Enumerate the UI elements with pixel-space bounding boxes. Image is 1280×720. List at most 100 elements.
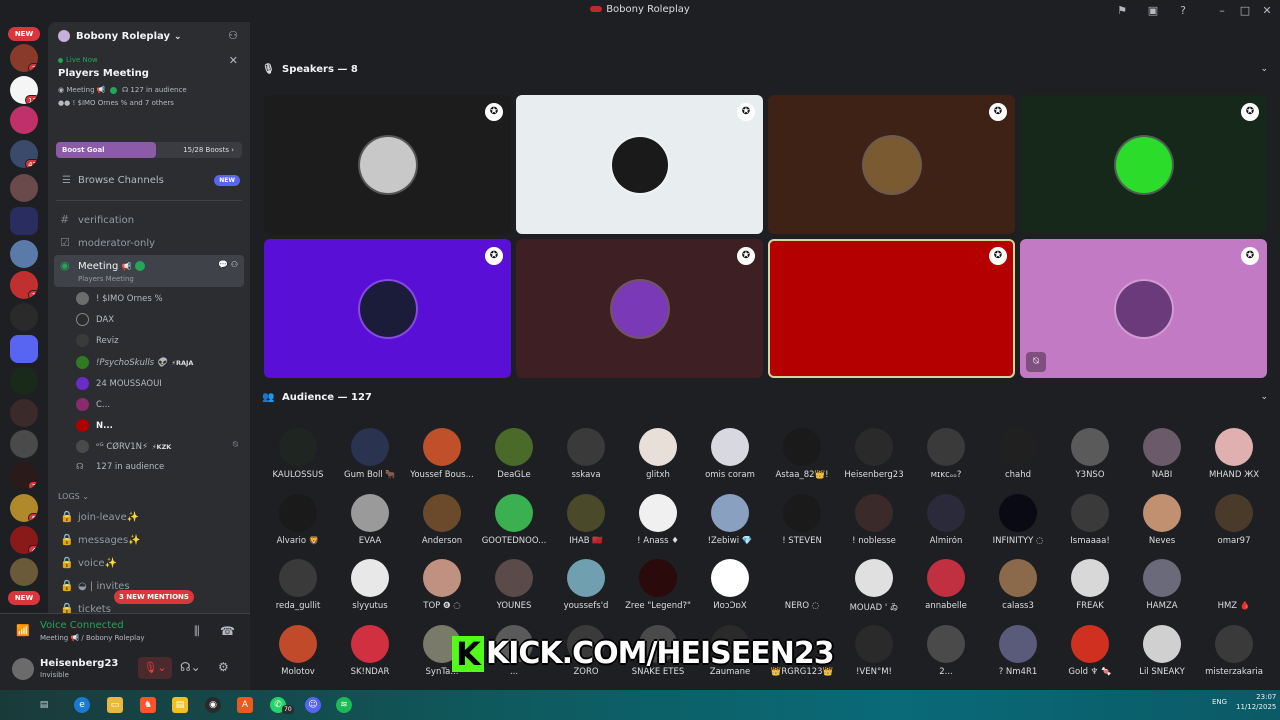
inbox-icon[interactable]: ▣ (1146, 4, 1160, 18)
list-item[interactable]: C... (48, 395, 250, 416)
audience-member[interactable]: Molotov (262, 624, 334, 687)
audience-member[interactable]: ИoɔƆɒX (694, 559, 766, 621)
invite-people-icon[interactable]: ⚇ (228, 29, 238, 42)
language-indicator[interactable]: ENG (1212, 698, 1227, 706)
minimize-button[interactable]: – (1215, 4, 1229, 18)
new-unreads-pill[interactable]: NEW (8, 27, 40, 41)
list-item[interactable]: DAX (48, 310, 250, 331)
audience-member[interactable]: 2... (910, 624, 982, 687)
inbox-flag-icon[interactable]: ⚑ (1115, 4, 1129, 18)
audience-member[interactable]: slyyutus (334, 559, 406, 621)
audience-count[interactable]: ☊ 127 in audience (48, 459, 250, 480)
audience-member[interactable]: FREAK (1054, 559, 1126, 621)
list-item[interactable]: Reviz (48, 331, 250, 352)
discord-icon[interactable]: ☺ (305, 697, 321, 713)
list-item[interactable]: 24 MOUSSAOUI (48, 374, 250, 395)
browse-channels[interactable]: ☰ Browse Channels NEW (56, 170, 242, 192)
close-window-button[interactable]: ✕ (1260, 4, 1274, 18)
help-icon[interactable]: ? (1176, 4, 1190, 18)
chevron-down-icon[interactable]: ⌄ (1260, 392, 1268, 402)
server-icon[interactable] (10, 106, 38, 134)
list-item[interactable]: !PsychoSkulls 👽 ⚡RAJA (48, 353, 250, 374)
speaker-tile[interactable]: ✪ (1020, 95, 1267, 234)
close-icon[interactable]: ✕ (229, 54, 238, 67)
audience-member[interactable]: NERO ◌ (766, 559, 838, 621)
sticky-notes-icon[interactable]: ▤ (172, 697, 188, 713)
audience-member[interactable]: GOOTEDNOO... (478, 493, 550, 556)
list-item[interactable]: ! $IMO Ornes % (48, 289, 250, 310)
server-icon[interactable] (10, 367, 38, 395)
audience-member[interactable]: MHAND ЖX (1198, 428, 1270, 490)
channel-moderator-only[interactable]: ☑ moderator-only (54, 232, 244, 254)
brave-icon[interactable]: ♞ (140, 697, 156, 713)
audience-member[interactable]: reda_gullit (262, 559, 334, 621)
edge-icon[interactable]: e (74, 697, 90, 713)
audience-member[interactable]: ! Anass ♦ (622, 493, 694, 556)
audience-member[interactable]: Lil SNEAKY (1126, 624, 1198, 687)
username[interactable]: Heisenberg23 (40, 658, 118, 669)
speaker-tile[interactable]: ✪ (264, 239, 511, 378)
audience-member[interactable]: NABI (1126, 428, 1198, 490)
obs-icon[interactable]: ◉ (205, 697, 221, 713)
server-icon-stake[interactable]: 12 (10, 76, 38, 104)
gear-icon[interactable]: ⚙ (218, 660, 229, 674)
channel-verification[interactable]: # verification (54, 209, 244, 231)
audience-member[interactable]: !VEN°M! (838, 624, 910, 687)
audience-member[interactable]: sskava (550, 428, 622, 490)
speaker-tile[interactable]: ✪ (768, 239, 1015, 378)
audience-member[interactable]: YOUNES (478, 559, 550, 621)
clock[interactable]: 23:07 11/12/2025 (1236, 693, 1276, 711)
server-icon[interactable]: 3 (10, 462, 38, 490)
audience-member[interactable]: youssefs'd (550, 559, 622, 621)
audience-member[interactable]: ᴍɪᴋᴄₒₒ? (910, 428, 982, 490)
live-stage-card[interactable]: Live Now ✕ Players Meeting ◉ Meeting 📢 ☊… (48, 52, 250, 142)
channel-messages[interactable]: 🔒 messages✨ (54, 529, 244, 551)
add-member-icon[interactable]: ⚇ (231, 260, 238, 269)
speaker-tile[interactable]: ✪ (516, 95, 763, 234)
audience-member[interactable]: EVAA (334, 493, 406, 556)
audience-member[interactable]: IHAB 🇲🇦 (550, 493, 622, 556)
audience-member[interactable]: Y3NSO (1054, 428, 1126, 490)
audience-member[interactable]: Gold ♆ 🍬 (1054, 624, 1126, 687)
server-icon[interactable] (10, 174, 38, 202)
voice-channel[interactable]: Meeting 📢 / Bobony Roleplay (40, 634, 145, 642)
audience-member[interactable]: DeaGLe (478, 428, 550, 490)
server-icon[interactable] (10, 430, 38, 458)
channel-join-leave[interactable]: 🔒 join-leave✨ (54, 506, 244, 528)
spotify-icon[interactable]: ≋ (336, 697, 352, 713)
audience-member[interactable]: misterzakaria (1198, 624, 1270, 687)
chat-icon[interactable]: 💬 (218, 260, 228, 269)
audience-member[interactable]: Zree "Legend?" (622, 559, 694, 621)
server-folder-icon[interactable] (10, 207, 38, 235)
audience-member[interactable]: Youssef Bous... (406, 428, 478, 490)
maximize-button[interactable]: □ (1238, 4, 1252, 18)
audience-member[interactable]: omis coram (694, 428, 766, 490)
noise-suppression-icon[interactable]: ⫼ (194, 624, 200, 639)
speakers-header[interactable]: 🎙 Speakers — 8 (262, 64, 358, 75)
boost-goal-bar[interactable]: Boost Goal 15/28 Boosts › (56, 142, 242, 158)
audience-member[interactable]: HMZ 🩸 (1198, 559, 1270, 621)
app-icon[interactable]: A (237, 697, 253, 713)
channel-voice[interactable]: 🔒 voice✨ (54, 552, 244, 574)
audience-member[interactable]: TOP ❻ ◌ (406, 559, 478, 621)
audience-member[interactable]: ? Nm4R1 (982, 624, 1054, 687)
new-mentions-pill[interactable]: 3 NEW MENTIONS (114, 590, 194, 604)
voice-status[interactable]: Voice Connected (40, 620, 124, 631)
audience-member[interactable]: annabelle (910, 559, 982, 621)
audience-member[interactable]: MOUAD ' ゐ (838, 559, 910, 621)
server-icon-stake[interactable] (10, 303, 38, 331)
audience-member[interactable]: chahd (982, 428, 1054, 490)
channel-meeting-stage[interactable]: ◉ Meeting 📢 Players Meeting 💬 ⚇ (54, 255, 244, 287)
signal-icon[interactable]: 📶 (16, 624, 30, 638)
audience-member[interactable]: omar97 (1198, 493, 1270, 556)
audience-member[interactable]: !Zebiwi 💎 (694, 493, 766, 556)
audience-member[interactable]: Astaa_82👑! (766, 428, 838, 490)
avatar[interactable] (12, 658, 34, 680)
speaker-tile[interactable]: ✪ ⍉ (1020, 239, 1267, 378)
audience-header[interactable]: 👥 Audience — 127 (262, 392, 372, 403)
audience-member[interactable]: Gum Boll 🐂 (334, 428, 406, 490)
audience-member[interactable]: Neves (1126, 493, 1198, 556)
server-icon[interactable]: 42 (10, 140, 38, 168)
audience-member[interactable]: glitxh (622, 428, 694, 490)
file-explorer-icon[interactable]: ▭ (107, 697, 123, 713)
